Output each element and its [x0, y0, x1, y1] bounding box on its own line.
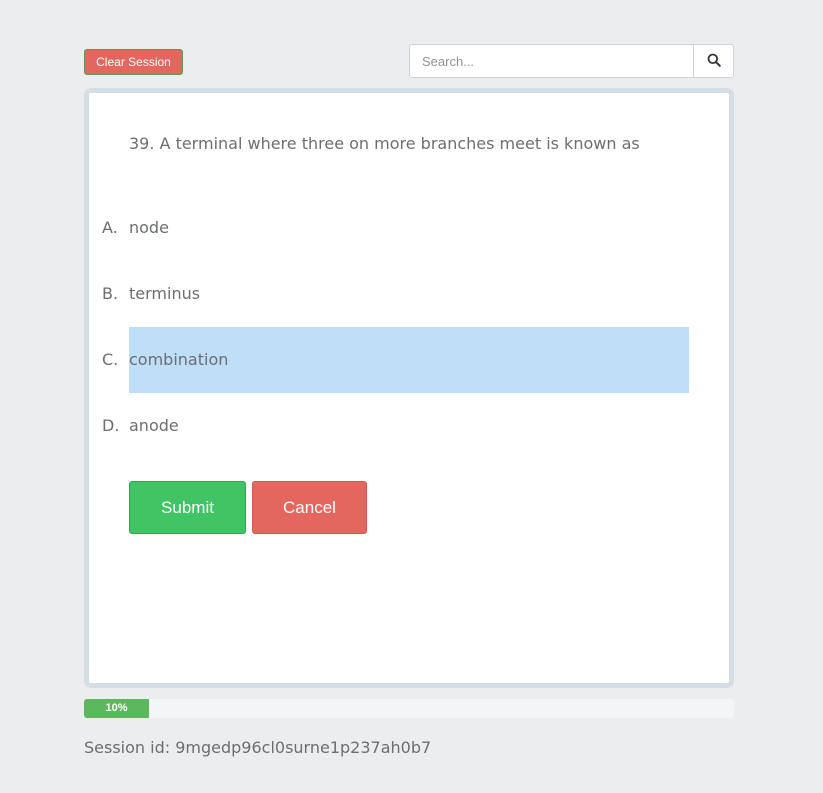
search-input[interactable]	[410, 45, 693, 77]
option-text: node	[129, 218, 169, 237]
submit-button[interactable]: Submit	[129, 481, 246, 534]
session-id: Session id: 9mgedp96cl0surne1p237ah0b7	[84, 738, 432, 757]
option-letter: C.	[102, 350, 119, 369]
option-letter: D.	[102, 416, 120, 435]
question-text: 39. A terminal where three on more branc…	[129, 134, 640, 153]
cancel-button[interactable]: Cancel	[252, 481, 367, 534]
option-text: combination	[129, 350, 229, 369]
option-letter: A.	[102, 218, 118, 237]
search-icon	[707, 52, 721, 71]
option-text: terminus	[129, 284, 201, 303]
progress-fill: 10%	[84, 699, 149, 718]
option-b[interactable]: B. terminus	[102, 261, 689, 327]
option-d[interactable]: D. anode	[102, 393, 689, 459]
search-button[interactable]	[693, 45, 733, 77]
search-bar	[409, 44, 734, 78]
option-c[interactable]: C. combination	[102, 327, 689, 393]
clear-session-button[interactable]: Clear Session	[84, 49, 183, 75]
progress-bar: 10%	[84, 699, 734, 718]
option-letter: B.	[102, 284, 119, 303]
option-a[interactable]: A. node	[102, 195, 689, 261]
option-text: anode	[129, 416, 179, 435]
